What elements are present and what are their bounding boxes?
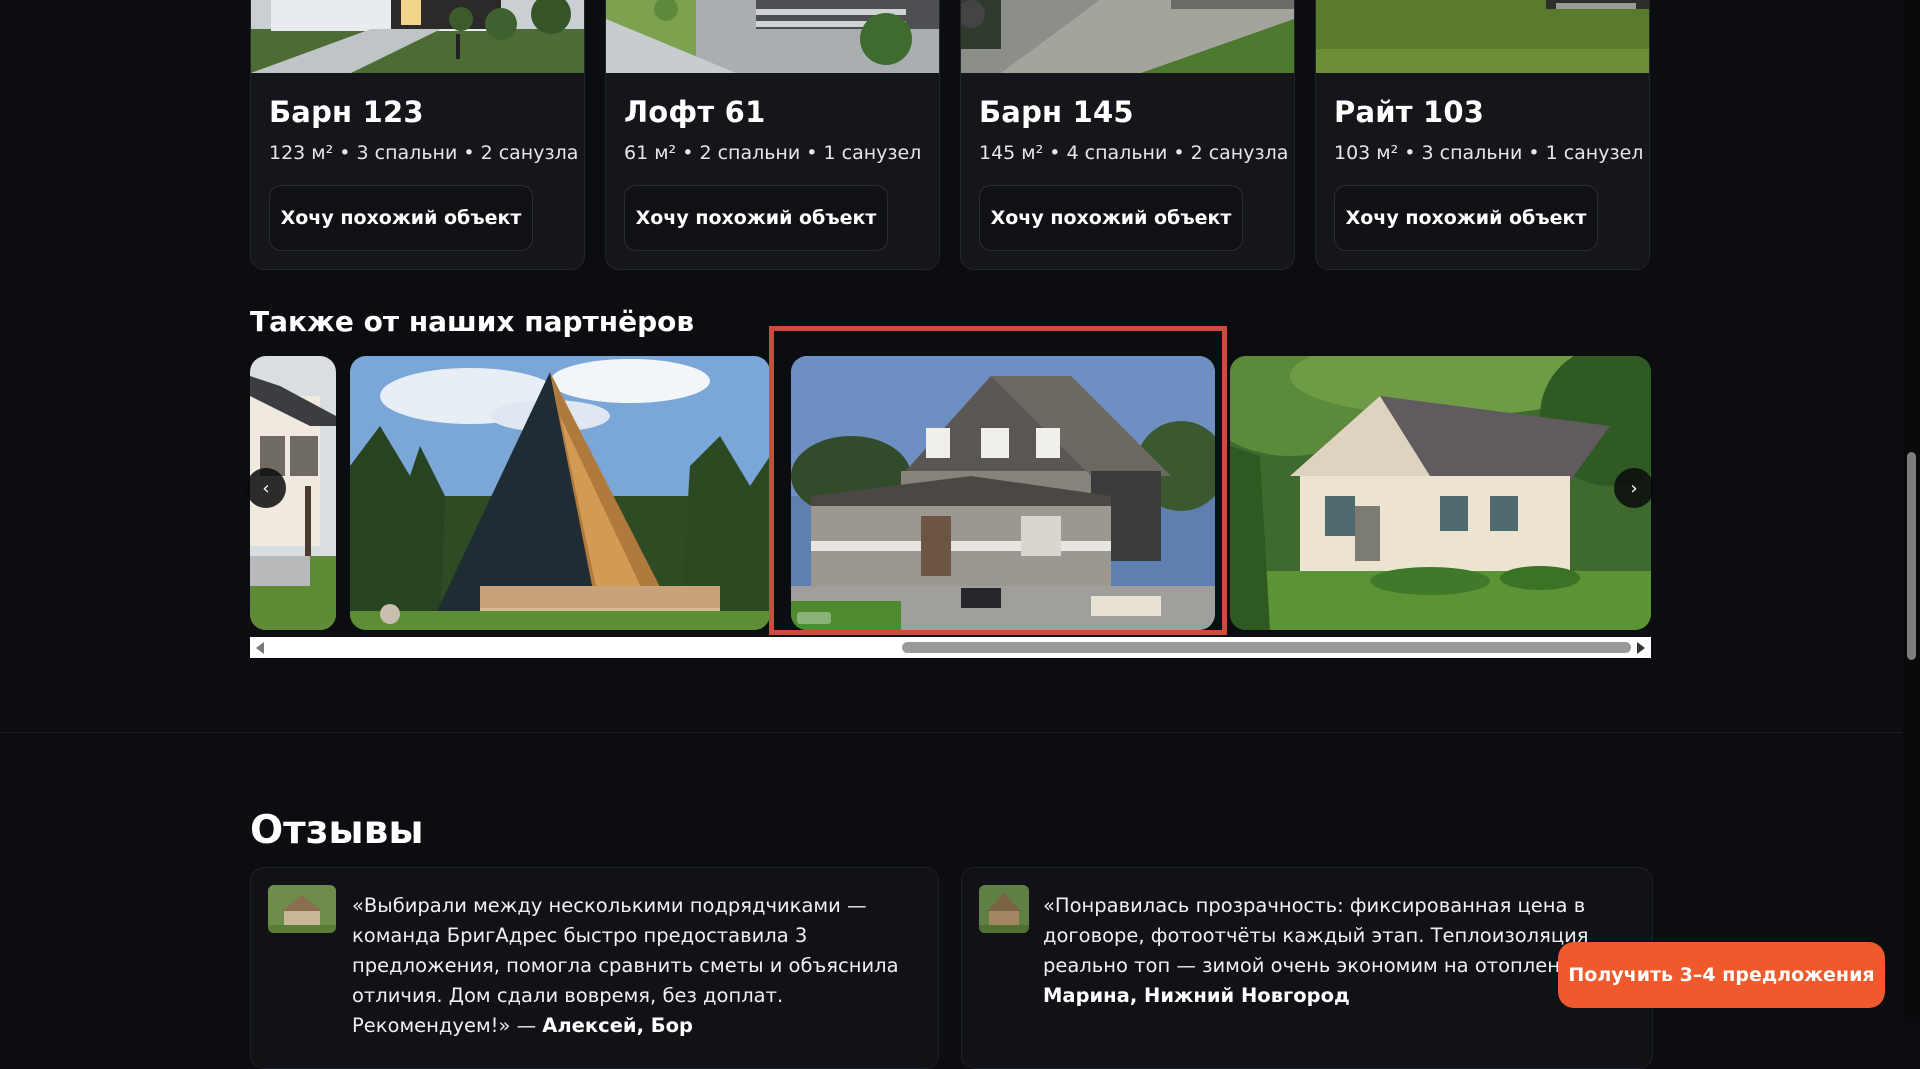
carousel-next-button[interactable]: ›: [1614, 468, 1654, 508]
partner-slide[interactable]: [350, 356, 770, 630]
review-text: «Выбирали между несколькими подрядчиками…: [352, 891, 924, 1041]
review-author: Алексей, Бор: [542, 1014, 693, 1037]
page-scrollbar[interactable]: [1903, 0, 1920, 1023]
want-similar-button[interactable]: Хочу похожий объект: [979, 185, 1243, 251]
reviews-heading: Отзывы: [250, 808, 424, 853]
project-card: Райт 103 103 м² • 3 спальни • 1 санузел …: [1315, 0, 1650, 270]
projects-grid: Барн 123 123 м² • 3 спальни • 2 санузла …: [250, 0, 1651, 270]
project-image: [1316, 0, 1649, 73]
project-meta: 123 м² • 3 спальни • 2 санузла: [269, 142, 579, 164]
project-meta: 145 м² • 4 спальни • 2 санузла: [979, 142, 1289, 164]
want-similar-button[interactable]: Хочу похожий объект: [624, 185, 888, 251]
review-author: Марина, Нижний Новгород: [1043, 984, 1350, 1007]
page-scrollbar-thumb[interactable]: [1907, 452, 1916, 660]
want-similar-button[interactable]: Хочу похожий объект: [1334, 185, 1598, 251]
review-card: «Выбирали между несколькими подрядчиками…: [250, 867, 939, 1069]
partner-slide[interactable]: [791, 356, 1215, 630]
scroll-left-arrow-icon[interactable]: [256, 642, 264, 654]
project-card: Лофт 61 61 м² • 2 спальни • 1 санузел Хо…: [605, 0, 940, 270]
partner-slide[interactable]: [1230, 356, 1651, 630]
partners-carousel[interactable]: [250, 356, 1651, 632]
scrollbar-thumb[interactable]: [902, 642, 1631, 653]
project-image: [961, 0, 1294, 73]
review-text: «Понравилась прозрачность: фиксированная…: [1043, 891, 1638, 1011]
get-offers-button[interactable]: Получить 3–4 предложения: [1558, 942, 1885, 1008]
carousel-prev-button[interactable]: ‹: [246, 468, 286, 508]
carousel-scrollbar[interactable]: [250, 637, 1651, 658]
review-card: «Понравилась прозрачность: фиксированная…: [961, 867, 1653, 1069]
project-title: Барн 145: [979, 95, 1134, 129]
project-title: Барн 123: [269, 95, 424, 129]
review-avatar: [979, 885, 1029, 933]
project-meta: 61 м² • 2 спальни • 1 санузел: [624, 142, 922, 164]
project-card: Барн 123 123 м² • 3 спальни • 2 санузла …: [250, 0, 585, 270]
section-divider: [0, 732, 1903, 733]
project-title: Райт 103: [1334, 95, 1485, 129]
project-title: Лофт 61: [624, 95, 766, 129]
want-similar-button[interactable]: Хочу похожий объект: [269, 185, 533, 251]
partners-heading: Также от наших партнёров: [250, 305, 695, 338]
project-card: Барн 145 145 м² • 4 спальни • 2 санузла …: [960, 0, 1295, 270]
review-quote: «Понравилась прозрачность: фиксированная…: [1043, 894, 1630, 977]
scroll-right-arrow-icon[interactable]: [1637, 642, 1645, 654]
project-meta: 103 м² • 3 спальни • 1 санузел: [1334, 142, 1644, 164]
project-image: [606, 0, 939, 73]
project-image: [251, 0, 584, 73]
review-avatar: [268, 885, 336, 933]
